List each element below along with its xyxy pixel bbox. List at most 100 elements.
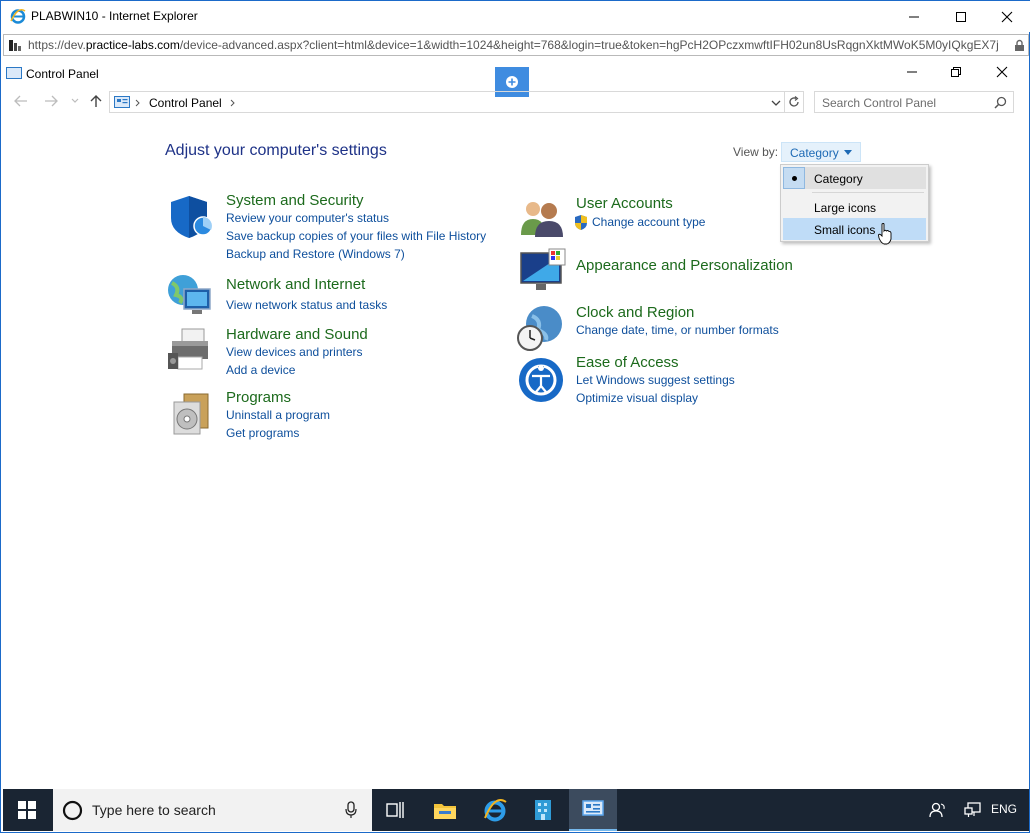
category-title[interactable]: User Accounts <box>576 195 705 212</box>
url-text[interactable]: https://dev.practice-labs.com/device-adv… <box>28 38 1013 52</box>
task-view-icon <box>386 802 404 818</box>
refresh-icon <box>788 96 799 107</box>
category-link[interactable]: View network status and tasks <box>226 297 387 314</box>
category-link[interactable]: Backup and Restore (Windows 7) <box>226 246 486 263</box>
category-link[interactable]: Get programs <box>226 425 330 442</box>
address-bar[interactable]: https://dev.practice-labs.com/device-adv… <box>3 34 1029 56</box>
control-panel-icon <box>582 800 604 816</box>
minimize-icon <box>907 71 917 73</box>
cp-close-button[interactable] <box>979 61 1025 83</box>
category-title[interactable]: Appearance and Personalization <box>576 257 793 274</box>
menu-item-category[interactable]: Category <box>783 167 926 189</box>
minimize-button[interactable] <box>891 1 937 32</box>
forward-arrow-icon[interactable] <box>44 95 58 107</box>
category-user-accounts: User Accounts Change account type <box>575 195 705 231</box>
breadcrumb-chevron-icon[interactable] <box>135 99 140 107</box>
page-title: Adjust your computer's settings <box>165 142 387 159</box>
taskbar-internet-explorer[interactable] <box>471 789 519 831</box>
category-link[interactable]: Change date, time, or number formats <box>576 322 779 339</box>
category-link[interactable]: Optimize visual display <box>576 390 735 407</box>
microphone-icon[interactable] <box>345 801 357 819</box>
lock-icon <box>1015 39 1024 51</box>
menu-item-small-icons[interactable]: Small icons <box>783 218 926 240</box>
bullet-icon <box>792 176 797 181</box>
hardware-printer-icon <box>168 328 208 370</box>
url-prefix: https://dev. <box>28 38 86 52</box>
maximize-button[interactable] <box>938 1 984 32</box>
category-title[interactable]: Ease of Access <box>576 354 735 371</box>
close-icon <box>1001 11 1013 22</box>
user-accounts-icon <box>521 202 563 237</box>
minimize-icon <box>909 16 919 17</box>
back-arrow-icon[interactable] <box>14 95 28 107</box>
taskbar-file-explorer[interactable] <box>421 789 469 831</box>
browser-window: PLABWIN10 - Internet Explorer https://de… <box>0 0 1030 833</box>
search-box[interactable]: Search Control Panel <box>814 91 1014 113</box>
search-icon[interactable] <box>994 96 1007 109</box>
maximize-icon <box>956 11 966 22</box>
view-by-label: View by: <box>733 145 779 159</box>
taskbar-search[interactable]: Type here to search <box>53 789 372 831</box>
category-network-internet: Network and Internet View network status… <box>226 276 387 314</box>
plus-circle-icon <box>506 76 518 88</box>
browser-title-bar: PLABWIN10 - Internet Explorer <box>1 1 1030 32</box>
category-link[interactable]: Uninstall a program <box>226 407 330 424</box>
task-view-button[interactable] <box>371 789 419 831</box>
category-title[interactable]: Network and Internet <box>226 276 387 293</box>
link-row: Change account type <box>575 214 705 231</box>
breadcrumb[interactable]: Control Panel <box>109 91 785 113</box>
browser-title: PLABWIN10 - Internet Explorer <box>31 9 198 23</box>
internet-explorer-icon <box>484 799 507 822</box>
people-icon[interactable] <box>929 802 947 818</box>
view-by-dropdown[interactable]: Category <box>781 142 861 162</box>
category-title[interactable]: Programs <box>226 389 330 406</box>
cp-restore-button[interactable] <box>933 61 979 83</box>
folder-icon <box>434 804 456 819</box>
cp-minimize-button[interactable] <box>889 61 935 83</box>
taskbar-control-panel[interactable] <box>569 789 617 831</box>
clock-globe-icon <box>517 306 562 351</box>
category-title[interactable]: Hardware and Sound <box>226 326 368 343</box>
menu-item-label: Large icons <box>814 201 877 215</box>
network-icon[interactable] <box>964 802 982 818</box>
address-dropdown-chevron-icon[interactable] <box>771 100 781 106</box>
category-link[interactable]: Add a device <box>226 362 368 379</box>
view-by-value: Category <box>790 146 839 160</box>
menu-item-large-icons[interactable]: Large icons <box>783 196 926 218</box>
category-hardware-sound: Hardware and Sound View devices and prin… <box>226 326 368 379</box>
close-button[interactable] <box>984 1 1030 32</box>
system-security-shield-icon <box>171 196 213 238</box>
windows-logo-icon <box>18 801 36 819</box>
programs-disc-box-icon <box>173 393 209 435</box>
category-title[interactable]: Clock and Region <box>576 304 779 321</box>
building-app-icon <box>535 800 551 820</box>
category-link[interactable]: View devices and printers <box>226 344 368 361</box>
breadcrumb-location[interactable]: Control Panel <box>149 96 222 110</box>
breadcrumb-chevron-icon[interactable] <box>230 99 235 107</box>
category-title[interactable]: System and Security <box>226 192 486 209</box>
mouse-cursor-icon <box>878 223 892 245</box>
network-globe-icon <box>168 275 211 314</box>
menu-item-label: Small icons <box>814 223 876 237</box>
menu-item-label: Category <box>814 172 863 186</box>
url-path: /device-advanced.aspx?client=html&device… <box>179 38 999 52</box>
up-arrow-icon[interactable] <box>89 94 103 108</box>
language-indicator[interactable]: ENG <box>991 802 1017 816</box>
refresh-button[interactable] <box>784 91 804 113</box>
taskbar-search-placeholder: Type here to search <box>92 802 216 818</box>
category-link[interactable]: Save backup copies of your files with Fi… <box>226 228 486 245</box>
caret-down-icon <box>844 150 852 155</box>
category-programs: Programs Uninstall a program Get program… <box>226 389 330 442</box>
start-button[interactable] <box>3 789 51 831</box>
view-by-menu: Category Large icons Small icons <box>780 164 929 242</box>
category-ease-of-access: Ease of Access Let Windows suggest setti… <box>576 354 735 407</box>
category-link[interactable]: Let Windows suggest settings <box>576 372 735 389</box>
category-link[interactable]: Review your computer's status <box>226 210 486 227</box>
menu-separator <box>812 192 924 193</box>
ease-of-access-icon <box>519 358 563 402</box>
recent-chevron-down-icon[interactable] <box>71 98 79 104</box>
category-link[interactable]: Change account type <box>576 214 705 231</box>
url-domain: practice-labs.com <box>85 38 180 52</box>
window-title: Control Panel <box>26 67 99 81</box>
taskbar-server-app[interactable] <box>519 789 567 831</box>
